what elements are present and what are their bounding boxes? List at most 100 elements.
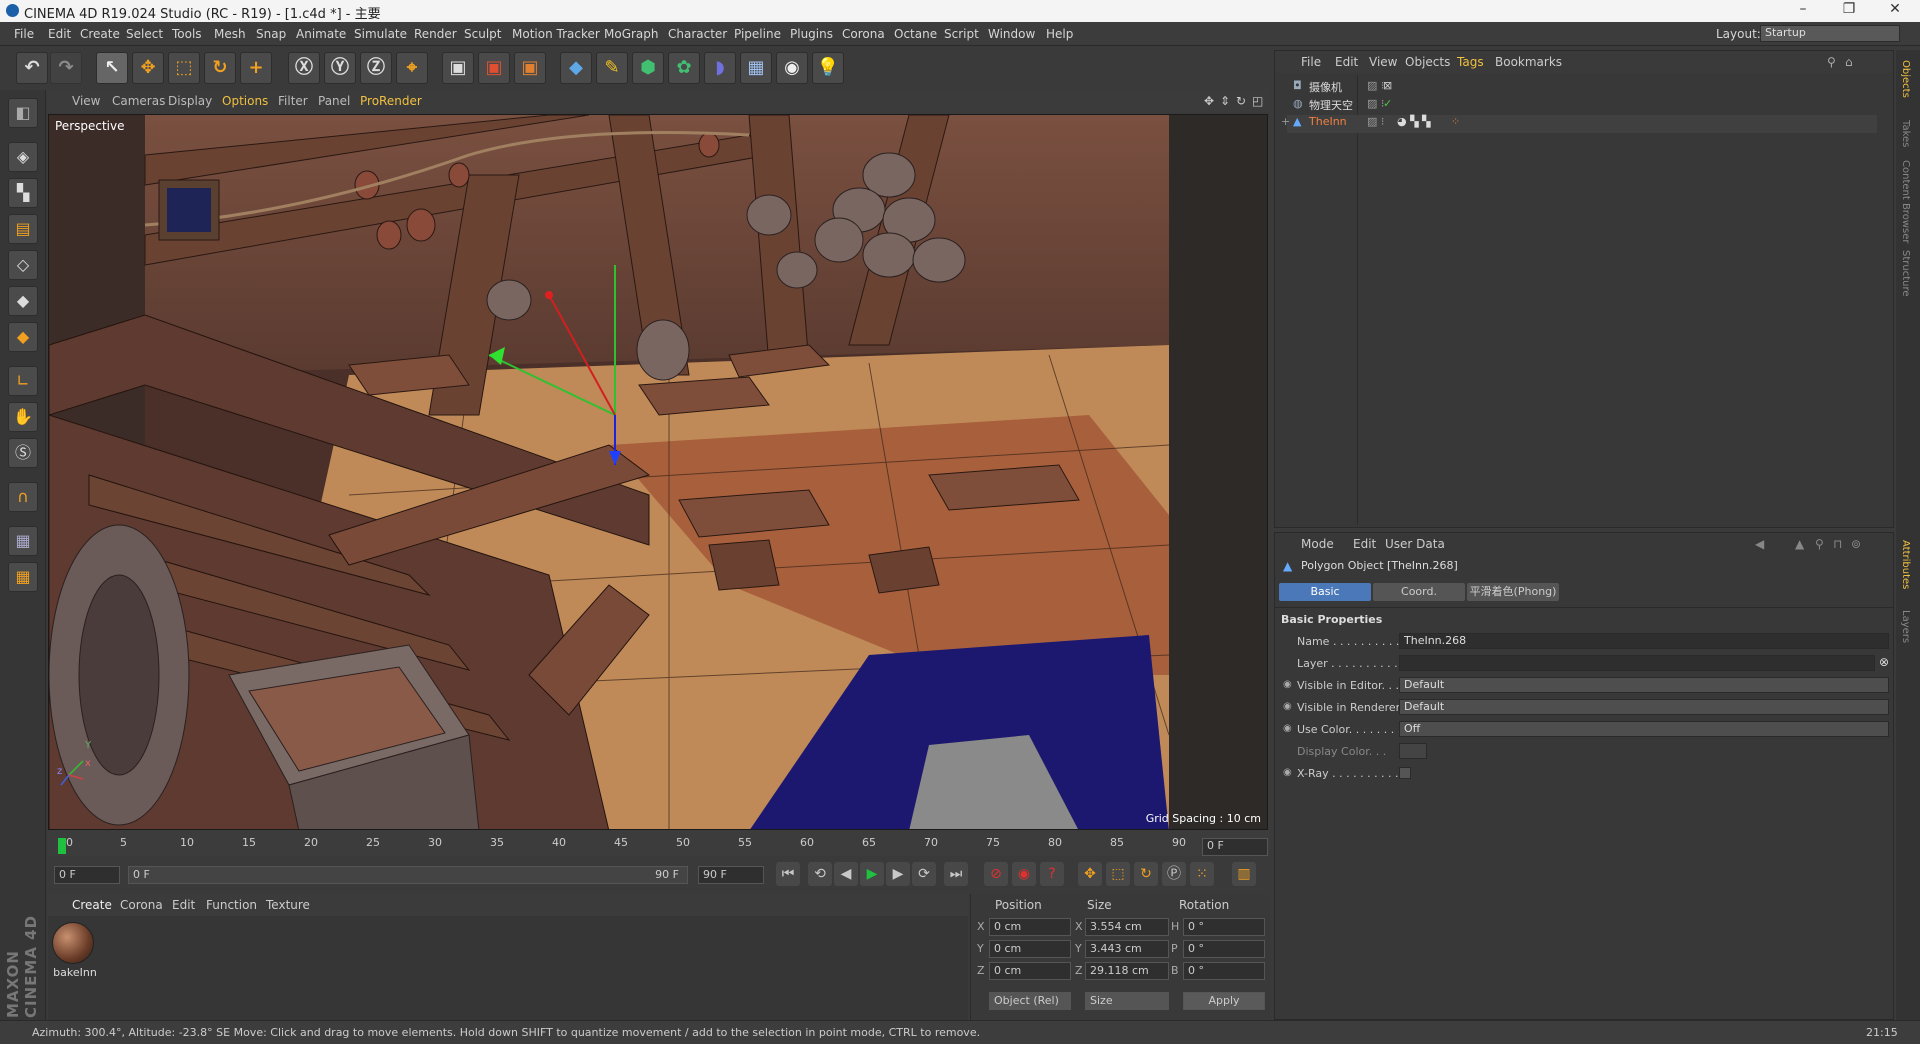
polygons-mode-button[interactable]: ◆	[8, 322, 38, 352]
tweak-mode-button[interactable]: ✋	[8, 402, 38, 432]
vp-menu-cameras[interactable]: Cameras	[112, 94, 165, 108]
play-button[interactable]: ▶	[860, 862, 884, 886]
layout-select[interactable]: Startup	[1760, 25, 1900, 42]
visibility-icon[interactable]: ▨ ⁝	[1367, 115, 1384, 128]
z-axis-button[interactable]: Ⓩ	[360, 52, 392, 84]
current-frame-field[interactable]: 0 F	[1202, 838, 1268, 856]
side-tab-takes[interactable]: Takes	[1900, 120, 1911, 147]
restore-button[interactable]: ❐	[1828, 1, 1870, 21]
display-color-swatch[interactable]	[1399, 743, 1427, 759]
end-frame-field[interactable]: 90 F	[698, 866, 764, 884]
light-button[interactable]: 💡	[812, 52, 844, 84]
object-row-selected[interactable]: + ▲ TheInn ▨ ⁝ ◕ ▚ ▚ ⁘	[1281, 115, 1877, 133]
autokey-button[interactable]: ◉	[1012, 862, 1036, 886]
prev-key-button[interactable]: ⟲	[808, 862, 832, 886]
radio-icon[interactable]: ◉	[1283, 767, 1292, 778]
subdivision-button[interactable]: ⬢	[632, 52, 664, 84]
menu-character[interactable]: Character	[668, 27, 727, 41]
coordinate-system-button[interactable]: ⌖	[396, 52, 428, 84]
record-keys-button[interactable]: ⊘	[984, 862, 1008, 886]
rotate-tool-button[interactable]: ↻	[204, 52, 236, 84]
points-mode-button[interactable]: ◇	[8, 250, 38, 280]
render-settings-button[interactable]: ▣	[514, 52, 546, 84]
record-pla-button[interactable]: ⁙	[1190, 862, 1214, 886]
uvw-tag-icon[interactable]: ⁘	[1451, 115, 1460, 128]
vp-zoom-icon[interactable]: ⇕	[1220, 94, 1230, 108]
position-z-field[interactable]: 0 cm	[989, 962, 1071, 980]
size-mode-select[interactable]: Size	[1085, 992, 1169, 1010]
check-icon[interactable]: ✓	[1383, 97, 1392, 110]
side-tab-structure[interactable]: Structure	[1900, 250, 1911, 297]
side-tab-layers[interactable]: Layers	[1900, 610, 1911, 643]
menu-sculpt[interactable]: Sculpt	[464, 27, 501, 41]
layer-field[interactable]	[1399, 655, 1875, 671]
menu-octane[interactable]: Octane	[894, 27, 937, 41]
tab-basic[interactable]: Basic	[1279, 583, 1371, 601]
frame-range-slider[interactable]: 0 F 90 F	[128, 866, 688, 884]
menu-animate[interactable]: Animate	[296, 27, 346, 41]
size-x-field[interactable]: 3.554 cm	[1085, 918, 1169, 936]
mat-menu-function[interactable]: Function	[206, 898, 257, 912]
record-position-button[interactable]: ✥	[1078, 862, 1102, 886]
menu-pipeline[interactable]: Pipeline	[734, 27, 781, 41]
menu-create[interactable]: Create	[80, 27, 120, 41]
vp-maximize-icon[interactable]: ◰	[1252, 94, 1263, 108]
x-axis-button[interactable]: Ⓧ	[288, 52, 320, 84]
menu-tools[interactable]: Tools	[172, 27, 202, 41]
am-menu-mode[interactable]: Mode	[1301, 537, 1334, 551]
am-menu-user-data[interactable]: User Data	[1385, 537, 1445, 551]
next-key-button[interactable]: ⟳	[912, 862, 936, 886]
make-editable-button[interactable]: ◧	[8, 98, 38, 128]
menu-mograph[interactable]: MoGraph	[604, 27, 659, 41]
rotation-b-field[interactable]: 0 °	[1183, 962, 1265, 980]
record-rotation-button[interactable]: ↻	[1134, 862, 1158, 886]
planar-workplane-button[interactable]: ▦	[8, 562, 38, 592]
texture-mode-button[interactable]: ▚	[8, 178, 38, 208]
name-field[interactable]: TheInn.268	[1399, 633, 1889, 649]
new-window-icon[interactable]: ⊚	[1851, 537, 1861, 551]
vp-menu-prorender[interactable]: ProRender	[360, 94, 422, 108]
material-tag-icon[interactable]: ◕ ▚ ▚	[1397, 115, 1431, 128]
pen-button[interactable]: ✎	[596, 52, 628, 84]
om-menu-edit[interactable]: Edit	[1335, 55, 1358, 69]
size-y-field[interactable]: 3.443 cm	[1085, 940, 1169, 958]
magnet-button[interactable]: ∩	[8, 482, 38, 512]
apply-button[interactable]: Apply	[1183, 992, 1265, 1010]
menu-file[interactable]: File	[14, 27, 34, 41]
menu-window[interactable]: Window	[988, 27, 1035, 41]
cube-button[interactable]: ◆	[560, 52, 592, 84]
render-picture-viewer-button[interactable]: ▣	[478, 52, 510, 84]
vp-menu-filter[interactable]: Filter	[278, 94, 308, 108]
go-to-start-button[interactable]: ⏮	[776, 862, 800, 886]
om-search-icon[interactable]: ⚲	[1827, 55, 1836, 69]
start-frame-field[interactable]: 0 F	[54, 866, 120, 884]
om-menu-view[interactable]: View	[1369, 55, 1397, 69]
tab-phong[interactable]: 平滑着色(Phong)	[1467, 583, 1559, 601]
prev-frame-button[interactable]: ◀	[834, 862, 858, 886]
visibility-icon[interactable]: ▨ ⁝	[1367, 79, 1384, 92]
menu-mesh[interactable]: Mesh	[214, 27, 246, 41]
side-tab-attributes[interactable]: Attributes	[1900, 540, 1911, 589]
position-x-field[interactable]: 0 cm	[989, 918, 1071, 936]
timeline-window-button[interactable]: ▥	[1232, 862, 1256, 886]
select-tool-button[interactable]: ↖	[96, 52, 128, 84]
mat-menu-corona[interactable]: Corona	[120, 898, 163, 912]
vp-menu-options[interactable]: Options	[222, 94, 268, 108]
radio-icon[interactable]: ◉	[1283, 679, 1292, 690]
perspective-viewport[interactable]: Perspective Y x z Grid Spacing : 10 cm	[48, 114, 1268, 830]
close-button[interactable]: ✕	[1874, 1, 1916, 21]
menu-simulate[interactable]: Simulate	[354, 27, 407, 41]
keyframe-selection-button[interactable]: ?	[1040, 862, 1064, 886]
xray-checkbox[interactable]	[1399, 767, 1411, 779]
layer-picker-icon[interactable]: ⊗	[1879, 655, 1889, 669]
go-to-end-button[interactable]: ⏭	[944, 862, 968, 886]
rotation-h-field[interactable]: 0 °	[1183, 918, 1265, 936]
y-axis-button[interactable]: Ⓨ	[324, 52, 356, 84]
size-z-field[interactable]: 29.118 cm	[1085, 962, 1169, 980]
floor-button[interactable]: ▦	[740, 52, 772, 84]
axis-mode-button[interactable]: ∟	[8, 366, 38, 396]
deformer-button[interactable]: ◗	[704, 52, 736, 84]
scale-tool-button[interactable]: ⬚	[168, 52, 200, 84]
lock-icon[interactable]: ⊓	[1833, 537, 1842, 551]
visible-in-renderer-select[interactable]: Default	[1399, 699, 1889, 715]
